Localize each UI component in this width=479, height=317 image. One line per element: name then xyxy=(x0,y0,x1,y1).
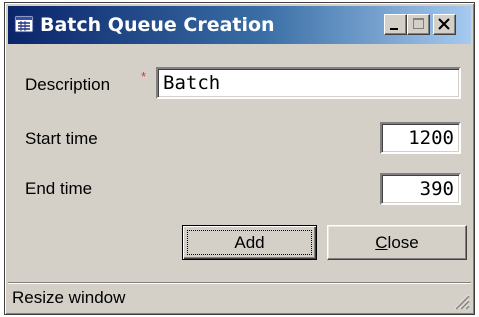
status-text: Resize window xyxy=(12,288,126,307)
description-label: Description xyxy=(25,75,111,94)
focus-indicator xyxy=(187,230,312,255)
maximize-icon xyxy=(413,18,424,29)
close-button-mnemonic: C xyxy=(375,232,388,252)
end-time-label: End time xyxy=(25,179,93,198)
close-button[interactable]: Close xyxy=(327,225,467,260)
close-button-label: Close xyxy=(375,233,418,253)
end-time-field[interactable] xyxy=(380,173,461,205)
minimize-icon xyxy=(390,28,398,30)
required-marker: * xyxy=(141,69,147,84)
description-field[interactable] xyxy=(156,67,461,99)
window-app-icon[interactable] xyxy=(14,14,34,34)
add-button[interactable]: Add xyxy=(182,225,317,260)
minimize-button[interactable] xyxy=(384,14,407,35)
window-title: Batch Queue Creation xyxy=(40,14,275,36)
close-icon xyxy=(438,18,450,30)
start-time-label: Start time xyxy=(25,129,98,148)
start-time-field[interactable] xyxy=(380,122,461,154)
title-bar[interactable]: Batch Queue Creation xyxy=(8,6,471,44)
dialog-window: Batch Queue Creation Description * Start… xyxy=(4,2,475,315)
close-button-label-rest: lose xyxy=(387,232,419,252)
status-bar: Resize window xyxy=(8,282,471,311)
close-window-button[interactable] xyxy=(433,14,456,35)
maximize-button[interactable] xyxy=(407,14,430,35)
resize-grip-icon[interactable] xyxy=(452,292,470,310)
